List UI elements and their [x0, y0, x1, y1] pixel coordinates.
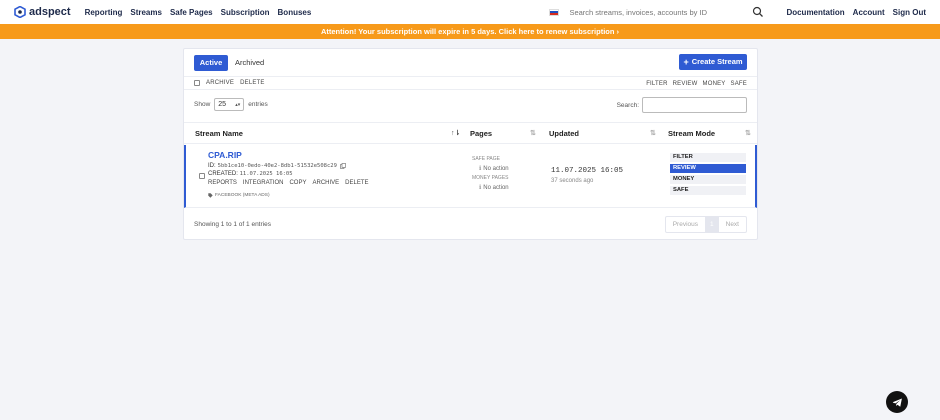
table-row: CPA.RIP ID: 5bb1ce10-0edo-40e2-8db1-5153… [184, 145, 757, 208]
id-label: ID: [208, 163, 216, 169]
bulk-delete-button[interactable]: DELETE [240, 80, 265, 86]
stream-created: CREATED: 11.07.2025 16:05 [208, 171, 293, 177]
col-stream-name[interactable]: Stream Name [195, 123, 243, 144]
nav-streams[interactable]: Streams [130, 8, 162, 17]
safe-page-value: ℹ No action [479, 165, 509, 173]
updated-ago: 37 seconds ago [551, 178, 594, 184]
brand-name: adspect [29, 6, 71, 18]
nav-bonuses[interactable]: Bonuses [278, 8, 312, 17]
updated-date: 11.07.2025 16:05 [551, 167, 624, 175]
id-value: 5bb1ce10-0edo-40e2-8db1-51532e508c29 [217, 163, 337, 169]
nav-account[interactable]: Account [853, 8, 885, 17]
select-arrows-icon: ▴▾ [235, 101, 241, 108]
adspect-logo-icon [14, 6, 26, 18]
subscription-warning-banner[interactable]: Attention! Your subscription will expire… [0, 24, 940, 39]
mode-review[interactable]: REVIEW [670, 164, 746, 173]
entries-value: 25 [218, 101, 227, 108]
create-stream-button[interactable]: + Create Stream [679, 54, 747, 70]
col-stream-mode[interactable]: Stream Mode [668, 123, 715, 144]
created-label: CREATED: [208, 171, 238, 177]
col-pages[interactable]: Pages [470, 123, 492, 144]
plus-icon: + [683, 57, 689, 67]
tab-archived[interactable]: Archived [235, 55, 264, 71]
info-icon: ℹ [479, 166, 482, 172]
copy-icon[interactable] [340, 163, 346, 169]
sort-asc-icon[interactable]: ↑⇂ [451, 123, 460, 144]
table-header: Stream Name ↑⇂ Pages ⇅ Updated ⇅ Stream … [184, 122, 757, 144]
bulk-safe-button[interactable]: SAFE [731, 81, 747, 87]
safe-page-label: SAFE PAGE [472, 156, 500, 162]
top-navbar: adspect Reporting Streams Safe Pages Sub… [0, 0, 940, 24]
prev-page-button[interactable]: Previous [666, 217, 706, 232]
money-pages-action: No action [483, 184, 509, 191]
tag-icon [208, 193, 213, 198]
page-length-control: Show 25 ▴▾ entries [194, 98, 268, 111]
sort-icon[interactable]: ⇅ [530, 123, 536, 144]
created-value: 11.07.2025 16:05 [239, 171, 293, 177]
col-updated[interactable]: Updated [549, 123, 579, 144]
tag-label: FACEBOOK (META ADS) [215, 193, 270, 198]
table-search: Search: [617, 97, 747, 113]
nav-reporting[interactable]: Reporting [85, 8, 123, 17]
global-search-input[interactable] [569, 7, 745, 17]
nav-subscription[interactable]: Subscription [221, 8, 270, 17]
archive-link[interactable]: ARCHIVE [312, 180, 339, 186]
bulk-review-button[interactable]: REVIEW [673, 81, 698, 87]
money-pages-value: ℹ No action [479, 184, 509, 192]
table-search-input[interactable] [642, 97, 747, 113]
delete-link[interactable]: DELETE [345, 180, 368, 186]
bulk-filter-button[interactable]: FILTER [646, 81, 667, 87]
stream-id: ID: 5bb1ce10-0edo-40e2-8db1-51532e508c29 [208, 163, 346, 169]
bulk-archive-button[interactable]: ARCHIVE [206, 80, 234, 86]
table-info: Showing 1 to 1 of 1 entries [194, 221, 271, 228]
sort-icon[interactable]: ⇅ [650, 123, 656, 144]
telegram-icon [892, 397, 902, 407]
create-stream-label: Create Stream [691, 57, 743, 66]
mode-money[interactable]: MONEY [670, 175, 746, 184]
nav-safe-pages[interactable]: Safe Pages [170, 8, 213, 17]
row-checkbox[interactable] [199, 173, 205, 179]
show-label: Show [194, 101, 211, 108]
language-flag-icon[interactable] [549, 8, 560, 16]
pagination: Previous 1 Next [664, 216, 747, 233]
telegram-support-button[interactable] [886, 391, 908, 413]
streams-card: Active Archived + Create Stream ARCHIVE … [183, 48, 758, 240]
nav-documentation[interactable]: Documentation [786, 8, 844, 17]
traffic-source-tag: FACEBOOK (META ADS) [208, 193, 270, 198]
next-page-button[interactable]: Next [717, 217, 746, 232]
reports-link[interactable]: REPORTS [208, 180, 237, 186]
stream-name-link[interactable]: CPA.RIP [208, 150, 242, 160]
entries-label: entries [248, 101, 268, 108]
integration-link[interactable]: INTEGRATION [243, 180, 284, 186]
money-pages-label: MONEY PAGES [472, 175, 509, 181]
nav-sign-out[interactable]: Sign Out [893, 8, 926, 17]
copy-link[interactable]: COPY [289, 180, 306, 186]
mode-safe[interactable]: SAFE [670, 186, 746, 195]
select-all-checkbox[interactable] [194, 80, 200, 86]
mode-filter[interactable]: FILTER [670, 153, 746, 162]
bulk-money-button[interactable]: MONEY [703, 81, 726, 87]
current-page-button[interactable]: 1 [706, 217, 718, 232]
row-actions: REPORTS INTEGRATION COPY ARCHIVE DELETE [208, 180, 375, 186]
tab-active[interactable]: Active [194, 55, 228, 71]
safe-page-action: No action [483, 165, 509, 172]
bulk-actions-bar: ARCHIVE DELETE FILTER REVIEW MONEY SAFE [184, 76, 757, 90]
brand-logo[interactable]: adspect [14, 6, 71, 18]
info-icon: ℹ [479, 185, 482, 191]
search-icon[interactable] [752, 6, 764, 18]
sort-icon[interactable]: ⇅ [745, 123, 751, 144]
table-search-label: Search: [616, 101, 639, 109]
entries-select[interactable]: 25 ▴▾ [214, 98, 245, 111]
